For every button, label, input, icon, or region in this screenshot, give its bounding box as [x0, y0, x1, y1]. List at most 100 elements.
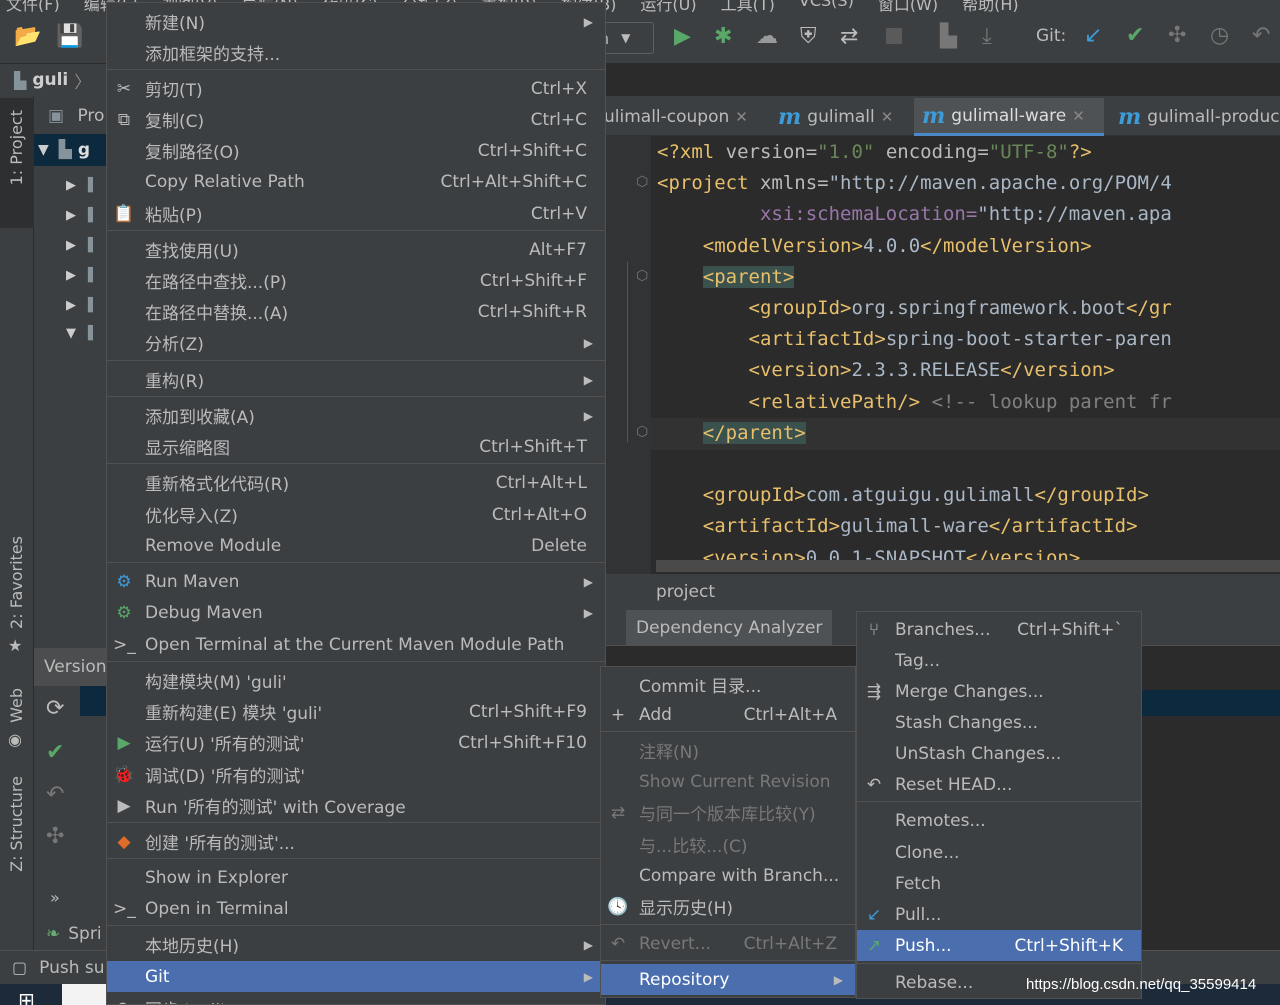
attach-icon[interactable]: ⇄: [840, 24, 858, 49]
breadcrumb-project[interactable]: guli: [32, 70, 68, 90]
tree-node-row[interactable]: ▶ ▌: [66, 298, 98, 313]
fold-marker[interactable]: ⬡: [636, 424, 648, 440]
context-menu-item[interactable]: ✂ 剪切(T) Ctrl+X: [107, 73, 605, 104]
git-submenu-item[interactable]: + Add Ctrl+Alt+A: [601, 699, 855, 730]
context-menu-item[interactable]: ⚙ Debug Maven ▶: [107, 597, 605, 628]
commit-check-icon[interactable]: ✔: [46, 740, 64, 765]
context-menu-item[interactable]: >_ Open Terminal at the Current Maven Mod…: [107, 629, 605, 660]
context-menu-item[interactable]: 新建(N) ▶: [107, 6, 605, 37]
context-menu-item[interactable]: ⚙ Run Maven ▶: [107, 566, 605, 597]
git-submenu-item[interactable]: 注释(N): [601, 735, 855, 766]
context-menu-item[interactable]: Git ▶: [107, 961, 605, 992]
context-menu-item[interactable]: 优化导入(Z) Ctrl+Alt+O: [107, 499, 605, 530]
context-menu-item[interactable]: 复制路径(O) Ctrl+Shift+C: [107, 135, 605, 166]
context-menu-item[interactable]: 本地历史(H) ▶: [107, 929, 605, 960]
tab-gulimall-ware[interactable]: m gulimall-ware ✕: [914, 98, 1104, 136]
git-compare-icon[interactable]: ✣: [1168, 23, 1186, 48]
web-tab-label[interactable]: Web: [7, 688, 26, 723]
windows-start-icon[interactable]: ⊞: [18, 988, 35, 1005]
tree-node-row[interactable]: ▶ ▌: [66, 268, 98, 283]
context-menu-item[interactable]: 添加到收藏(A) ▶: [107, 400, 605, 431]
repository-submenu-item[interactable]: ⇶ Merge Changes...: [857, 676, 1141, 707]
build-icon[interactable]: ▙: [940, 24, 957, 49]
more-chevron-icon[interactable]: »: [50, 888, 60, 907]
context-menu-item[interactable]: 查找使用(U) Alt+F7: [107, 234, 605, 265]
diff-icon[interactable]: ✣: [46, 824, 64, 849]
context-menu-item[interactable]: 在路径中查找...(P) Ctrl+Shift+F: [107, 265, 605, 296]
git-commit-icon[interactable]: ✔: [1126, 23, 1144, 48]
context-menu-item[interactable]: ⧉ 复制(C) Ctrl+C: [107, 104, 605, 135]
expand-right-icon[interactable]: ▶: [66, 298, 76, 313]
git-submenu-item[interactable]: Repository ▶: [601, 964, 855, 995]
git-update-icon[interactable]: ↙: [1084, 23, 1102, 48]
project-panel-title[interactable]: Pro: [77, 106, 104, 126]
download-icon[interactable]: ⤓: [982, 24, 992, 49]
context-menu-item[interactable]: >_ Open in Terminal: [107, 893, 605, 924]
git-history-icon[interactable]: ◷: [1210, 23, 1229, 48]
close-icon[interactable]: ✕: [735, 108, 748, 126]
repository-submenu-item[interactable]: ↙ Pull...: [857, 899, 1141, 930]
open-folder-icon[interactable]: 📂: [14, 24, 41, 49]
context-menu-item[interactable]: Remove Module Delete: [107, 530, 605, 561]
rollback-icon[interactable]: ↶: [46, 782, 64, 807]
editor-scrollbar[interactable]: [656, 560, 1280, 572]
tree-node-row[interactable]: ▶ ▌: [66, 178, 98, 193]
context-menu-item[interactable]: Copy Relative Path Ctrl+Alt+Shift+C: [107, 166, 605, 197]
context-menu-item[interactable]: 重新格式化代码(R) Ctrl+Alt+L: [107, 467, 605, 498]
git-submenu-item[interactable]: Commit 目录...: [601, 669, 855, 700]
editor-breadcrumb-label[interactable]: project: [656, 582, 715, 602]
expand-right-icon[interactable]: ▶: [66, 178, 76, 193]
taskbar-search[interactable]: [62, 984, 110, 1005]
git-submenu-item[interactable]: Show Current Revision: [601, 766, 855, 797]
tree-node-row[interactable]: ▶ ▌: [66, 208, 98, 223]
project-tool-tab[interactable]: 1: Project: [0, 98, 34, 228]
tab-gulimall-coupon[interactable]: ulimall-coupon ✕: [596, 98, 756, 136]
context-menu-item[interactable]: ▶ 运行(U) '所有的测试' Ctrl+Shift+F10: [107, 727, 605, 758]
project-root-row[interactable]: ▼ ▙ g: [34, 134, 109, 166]
expand-right-icon[interactable]: ▶: [66, 268, 76, 283]
expand-right-icon[interactable]: ▶: [66, 208, 76, 223]
expand-right-icon[interactable]: ▶: [66, 238, 76, 253]
repository-submenu-item[interactable]: Fetch: [857, 868, 1141, 899]
context-menu-item[interactable]: Show in Explorer: [107, 862, 605, 893]
menubar-item[interactable]: 工具(T): [721, 0, 775, 12]
save-icon[interactable]: 💾: [56, 24, 83, 49]
git-rollback-icon[interactable]: ↶: [1252, 23, 1270, 48]
structure-tab-label[interactable]: Z: Structure: [7, 776, 26, 872]
expand-down-icon[interactable]: ▼: [38, 142, 49, 158]
refresh-icon[interactable]: ⟳: [46, 696, 64, 721]
stop-icon[interactable]: [886, 28, 902, 44]
menubar-item[interactable]: 运行(U): [640, 0, 696, 12]
close-icon[interactable]: ✕: [881, 108, 894, 126]
context-menu-item[interactable]: 🐞 调试(D) '所有的测试': [107, 759, 605, 790]
git-submenu-item[interactable]: ↶ Revert... Ctrl+Alt+Z: [601, 928, 855, 959]
context-menu-item[interactable]: ▶ Run '所有的测试' with Coverage: [107, 790, 605, 821]
fold-marker[interactable]: ⬡: [636, 174, 648, 190]
context-menu-item[interactable]: 构建模块(M) 'guli': [107, 665, 605, 696]
context-menu-item[interactable]: 在路径中替换...(A) Ctrl+Shift+R: [107, 296, 605, 327]
context-menu-item[interactable]: 显示缩略图 Ctrl+Shift+T: [107, 431, 605, 462]
status-icon[interactable]: ▢: [12, 958, 27, 977]
profile-icon[interactable]: ☁: [756, 24, 778, 49]
menubar-item[interactable]: 窗口(W): [878, 0, 938, 12]
coverage-icon[interactable]: ⛨: [800, 24, 817, 49]
git-submenu-item[interactable]: 与...比较...(C): [601, 829, 855, 860]
run-icon[interactable]: ▶: [674, 24, 691, 49]
expand-down-icon[interactable]: ▼: [66, 326, 76, 341]
context-menu-item[interactable]: 重构(R) ▶: [107, 364, 605, 395]
menubar-item[interactable]: VCS(S): [799, 0, 854, 12]
tab-gulimall[interactable]: m gulimall ✕: [770, 98, 901, 136]
repository-submenu-item[interactable]: Tag...: [857, 645, 1141, 676]
favorites-tab-label[interactable]: 2: Favorites: [7, 536, 26, 629]
tab-gulimall-product[interactable]: m gulimall-produc: [1110, 98, 1280, 136]
spring-tab[interactable]: ❧ Spri: [34, 918, 109, 950]
repository-submenu-item[interactable]: ↗ Push... Ctrl+Shift+K: [857, 930, 1141, 961]
version-control-tab[interactable]: Version: [34, 648, 109, 686]
repository-submenu-item[interactable]: Clone...: [857, 837, 1141, 868]
fold-marker[interactable]: ⬡: [636, 268, 648, 284]
dependency-analyzer-tab[interactable]: Dependency Analyzer: [626, 610, 833, 646]
git-submenu-item[interactable]: 🕓 显示历史(H): [601, 891, 855, 922]
context-menu-item[interactable]: 添加框架的支持...: [107, 37, 605, 68]
context-menu-item[interactable]: ⟳ 同步 'guli': [107, 993, 605, 1005]
repository-submenu-item[interactable]: ⑂ Branches... Ctrl+Shift+`: [857, 614, 1141, 645]
